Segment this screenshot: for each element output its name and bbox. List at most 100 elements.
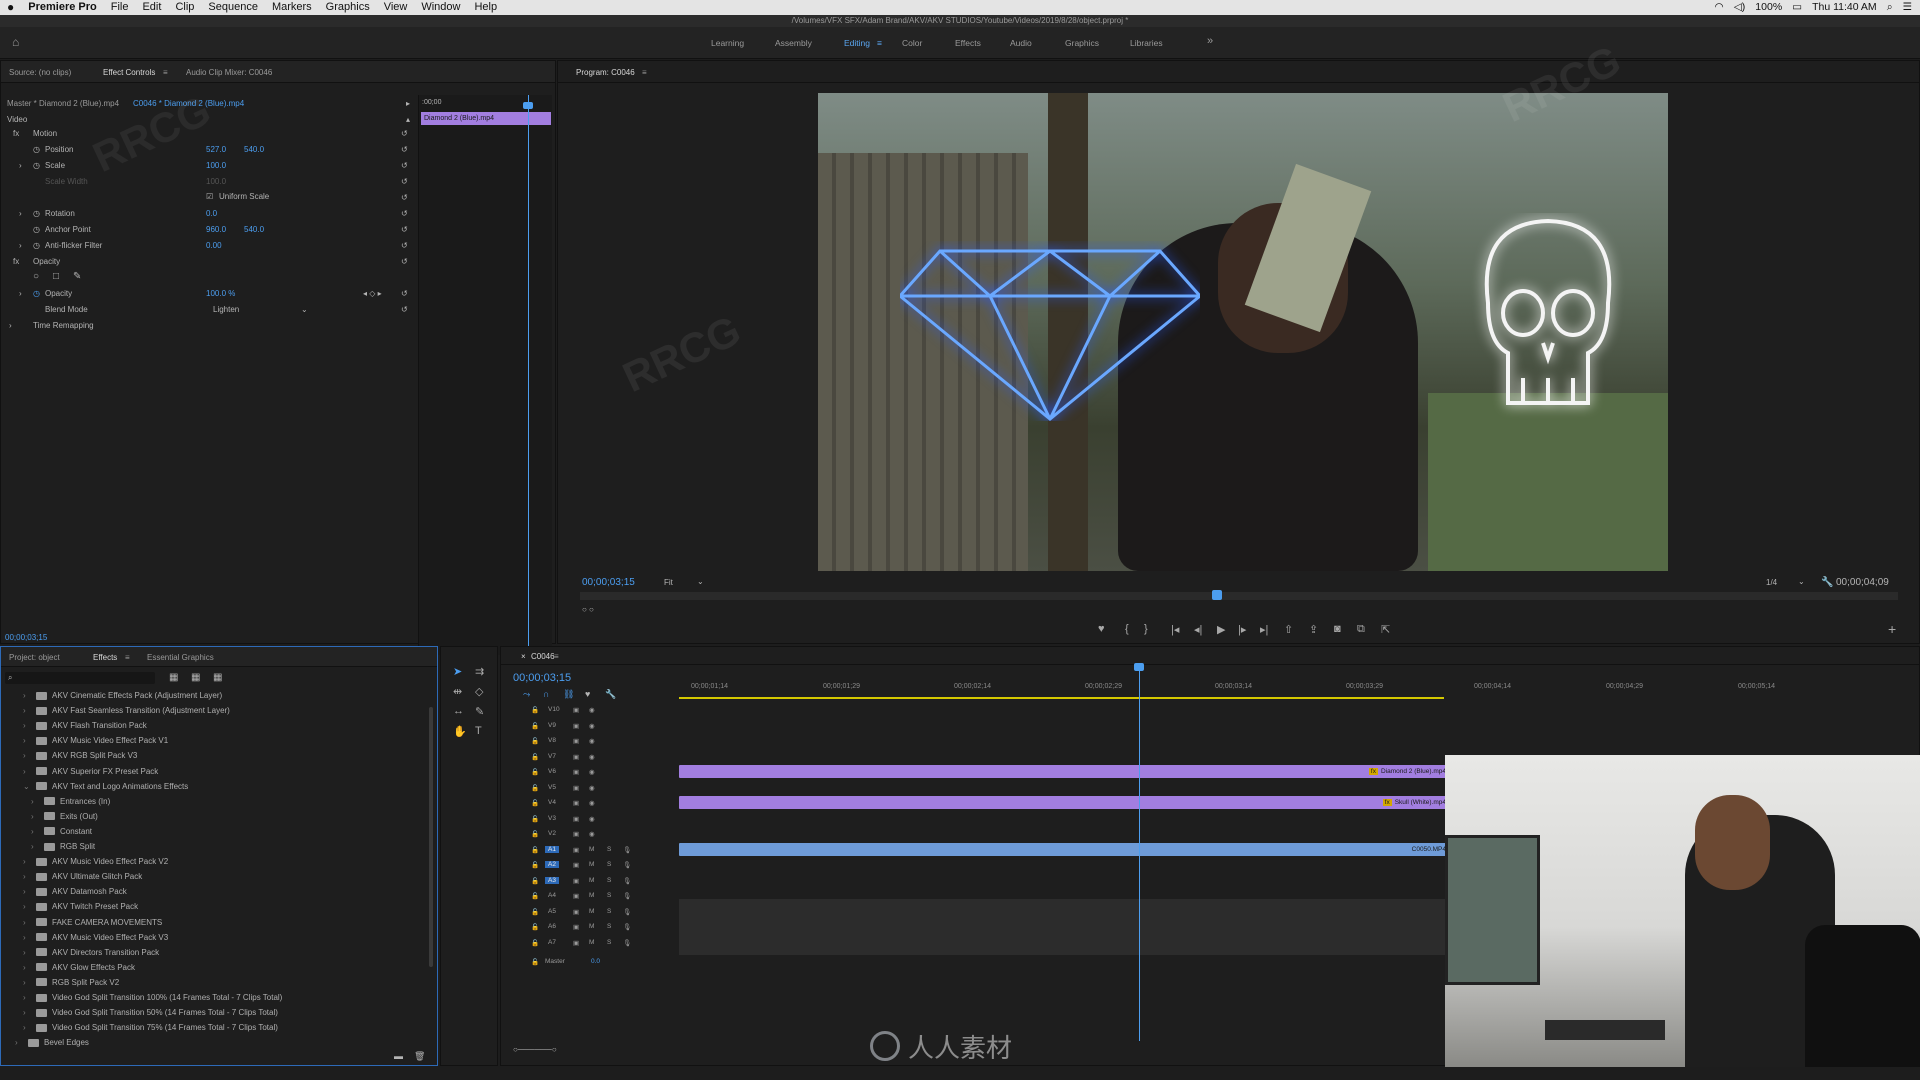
menu-view[interactable]: View — [377, 0, 415, 15]
solo-icon[interactable]: S — [607, 908, 611, 915]
sync-lock-icon[interactable]: ▣ — [573, 939, 579, 947]
rectangle-mask-icon[interactable]: □ — [53, 271, 59, 282]
effects-folder-item[interactable]: › AKV Fast Seamless Transition (Adjustmen… — [23, 706, 230, 715]
chevron-right-icon[interactable]: › — [31, 797, 39, 806]
mute-icon[interactable]: M — [589, 846, 594, 853]
nest-icon[interactable]: ⤳ — [523, 689, 530, 700]
solo-icon[interactable]: S — [607, 846, 611, 853]
track-header-v8[interactable]: 🔓 V8 ▣ ◉ — [511, 734, 679, 749]
clip-skull[interactable]: fx Skull (White).mp4 — [679, 796, 1449, 809]
track-header-v5[interactable]: 🔓 V5 ▣ ◉ — [511, 781, 679, 796]
stopwatch-icon[interactable]: ◷ — [33, 225, 40, 234]
workspace-libraries[interactable]: Libraries — [1130, 38, 1163, 48]
reset-icon[interactable]: ↺ — [401, 177, 408, 186]
reset-icon[interactable]: ↺ — [401, 289, 408, 298]
step-forward-icon[interactable]: |▸ — [1238, 623, 1246, 636]
lock-icon[interactable]: 🔓 — [531, 784, 539, 792]
wrench-icon[interactable]: 🔧 — [1821, 577, 1833, 588]
button-editor-icon[interactable]: + — [1888, 621, 1896, 637]
linked-selection-icon[interactable]: ⛓ — [563, 689, 574, 700]
tab-program[interactable]: Program: C0046 — [576, 68, 635, 77]
menu-file[interactable]: File — [104, 0, 136, 15]
track-label[interactable]: V9 — [545, 722, 559, 729]
master-clip-label[interactable]: Master * Diamond 2 (Blue).mp4 — [7, 99, 119, 108]
chevron-right-icon[interactable]: › — [23, 721, 31, 730]
lock-icon[interactable]: 🔓 — [531, 722, 539, 730]
lock-icon[interactable]: 🔓 — [531, 846, 539, 854]
zoom-scroll-handle-icon[interactable]: ○──────○ — [513, 1045, 557, 1054]
sync-lock-icon[interactable]: ▣ — [573, 908, 579, 916]
volume-icon[interactable]: ◁) — [1734, 0, 1746, 15]
lock-icon[interactable]: 🔓 — [531, 768, 539, 776]
ec-playhead-handle[interactable] — [523, 102, 533, 109]
mic-icon[interactable]: 🎙 — [623, 861, 631, 869]
comparison-view-icon[interactable]: ⧉ — [1357, 623, 1365, 636]
sync-lock-icon[interactable]: ▣ — [573, 815, 579, 823]
sync-lock-icon[interactable]: ▣ — [573, 768, 579, 776]
mark-out-icon[interactable]: } — [1144, 623, 1148, 635]
chevron-right-icon[interactable]: › — [31, 812, 39, 821]
effects-folder-item[interactable]: › AKV Directors Transition Pack — [23, 948, 159, 957]
position-y-value[interactable]: 540.0 — [244, 145, 264, 154]
time-remapping-heading[interactable]: Time Remapping — [33, 321, 94, 330]
chevron-right-icon[interactable]: › — [23, 1023, 31, 1032]
track-label[interactable]: A2 — [545, 861, 559, 868]
reset-icon[interactable]: ↺ — [401, 257, 408, 266]
chevron-right-icon[interactable]: › — [23, 993, 31, 1002]
tab-sequence[interactable]: C0046 — [531, 652, 555, 661]
effects-folder-item[interactable]: › AKV Datamosh Pack — [23, 887, 127, 896]
track-header-v4[interactable]: 🔓 V4 ▣ ◉ — [511, 796, 679, 811]
effects-folder-item[interactable]: › Entrances (In) — [31, 797, 110, 806]
step-back-icon[interactable]: ◂| — [1194, 623, 1202, 636]
chevron-right-icon[interactable]: › — [31, 842, 39, 851]
chevron-right-icon[interactable]: › — [23, 751, 31, 760]
workspace-assembly[interactable]: Assembly — [775, 38, 812, 48]
workspace-audio[interactable]: Audio — [1010, 38, 1032, 48]
ec-clip-bar[interactable]: Diamond 2 (Blue).mp4 — [421, 112, 551, 125]
home-icon[interactable]: ⌂ — [12, 35, 19, 49]
track-header-a4[interactable]: 🔓 A4 ▣ M S 🎙 — [511, 889, 679, 904]
timeline-timecode[interactable]: 00;00;03;15 — [513, 672, 571, 684]
antiflicker-value[interactable]: 0.00 — [206, 241, 222, 250]
mute-icon[interactable]: M — [589, 908, 594, 915]
battery-icon[interactable]: ▭ — [1792, 0, 1802, 15]
mic-icon[interactable]: 🎙 — [623, 846, 631, 854]
chevron-right-icon[interactable]: › — [23, 691, 31, 700]
mic-icon[interactable]: 🎙 — [623, 877, 631, 885]
tab-effect-controls[interactable]: Effect Controls — [103, 68, 155, 77]
stopwatch-icon[interactable]: ◷ — [33, 209, 40, 218]
track-label[interactable]: A7 — [545, 939, 559, 946]
eye-icon[interactable]: ◉ — [589, 768, 595, 776]
chevron-down-icon[interactable]: ⌄ — [23, 782, 31, 791]
hand-tool-icon[interactable]: ✋ — [453, 725, 467, 738]
track-label[interactable]: A1 — [545, 845, 559, 853]
reset-icon[interactable]: ↺ — [401, 305, 408, 314]
tab-project[interactable]: Project: object — [9, 653, 60, 662]
mute-icon[interactable]: M — [589, 892, 594, 899]
rotation-expand-icon[interactable]: › — [19, 209, 22, 218]
yuv-effects-icon[interactable]: ▦ — [213, 672, 222, 683]
motion-heading[interactable]: Motion — [33, 129, 57, 138]
track-header-v6[interactable]: 🔓 V6 ▣ ◉ — [511, 765, 679, 780]
rotation-value[interactable]: 0.0 — [206, 209, 217, 218]
effects-folder-item[interactable]: › Exits (Out) — [31, 812, 98, 821]
solo-icon[interactable]: S — [607, 877, 611, 884]
workspace-graphics[interactable]: Graphics — [1065, 38, 1099, 48]
notification-icon[interactable]: ☰ — [1903, 0, 1912, 15]
go-to-in-icon[interactable]: |◂ — [1171, 623, 1179, 636]
ripple-edit-tool-icon[interactable]: ⇹ — [453, 685, 462, 698]
effects-folder-item[interactable]: › AKV RGB Split Pack V3 — [23, 751, 137, 760]
ec-mini-timeline[interactable]: :00;00 Diamond 2 (Blue).mp4 — [418, 95, 552, 655]
time-remap-expand-icon[interactable]: › — [9, 321, 12, 330]
effects-folder-item[interactable]: › Video God Split Transition 75% (14 Fram… — [23, 1023, 278, 1032]
effects-folder-item[interactable]: › AKV Twitch Preset Pack — [23, 902, 138, 911]
ec-timecode[interactable]: 00;00;03;15 — [5, 633, 47, 642]
effects-folder-item[interactable]: › AKV Flash Transition Pack — [23, 721, 147, 730]
clip-c0050[interactable]: C0050.MP4 — [679, 843, 1449, 856]
program-scrub-bar[interactable] — [580, 590, 1898, 600]
workspace-effects[interactable]: Effects — [955, 38, 981, 48]
sync-lock-icon[interactable]: ▣ — [573, 722, 579, 730]
track-header-v10[interactable]: 🔓 V10 ▣ ◉ — [511, 703, 679, 718]
clock[interactable]: Thu 11:40 AM — [1812, 0, 1877, 15]
chevron-right-icon[interactable]: › — [23, 978, 31, 987]
